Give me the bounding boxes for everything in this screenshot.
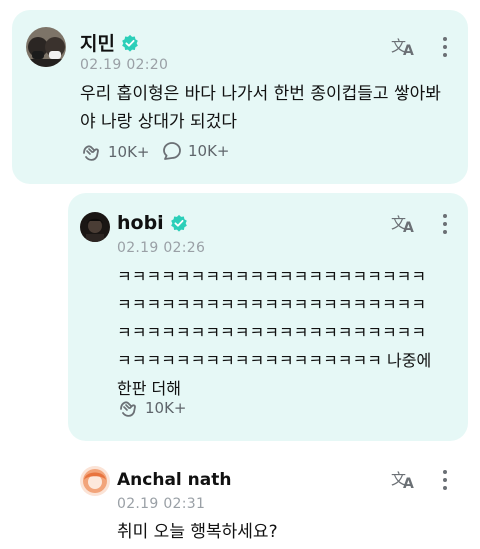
author-name: 지민	[80, 33, 115, 55]
author-name: hobi	[117, 212, 164, 234]
svg-text:A: A	[403, 43, 414, 57]
author-name-jimin[interactable]: 지민	[80, 29, 139, 56]
comment-button[interactable]: 10K+	[162, 141, 230, 161]
post-time: 02.19 02:26	[117, 240, 206, 256]
author-name: Anchal nath	[117, 470, 232, 490]
like-count: 10K+	[145, 399, 187, 417]
svg-text:A: A	[403, 220, 414, 234]
svg-text:A: A	[403, 476, 414, 490]
like-button[interactable]: 10K+	[117, 397, 187, 419]
like-button[interactable]: 10K+	[80, 141, 150, 163]
translate-icon[interactable]: 文 A	[391, 468, 417, 490]
translate-icon[interactable]: 文 A	[391, 212, 417, 234]
comment-bubble-icon	[163, 142, 181, 160]
avatar-hobi[interactable]	[80, 212, 110, 242]
like-hands-icon	[120, 401, 136, 417]
like-count: 10K+	[108, 143, 150, 161]
post-time: 02.19 02:20	[80, 57, 169, 73]
post-body: ㅋㅋㅋㅋㅋㅋㅋㅋㅋㅋㅋㅋㅋㅋㅋㅋㅋㅋㅋㅋㅋㅋㅋㅋㅋㅋㅋㅋㅋㅋㅋㅋㅋㅋㅋㅋㅋㅋㅋㅋ…	[117, 267, 432, 398]
comment-count: 10K+	[188, 142, 230, 160]
post-body: 우리 홉이형은 바다 나가서 한번 종이컵들고 쌓아봐야 나랑 상대가 되겄다	[80, 84, 441, 132]
post-time: 02.19 02:31	[117, 496, 206, 512]
author-name-anchal-nath[interactable]: Anchal nath	[117, 470, 231, 490]
verified-badge-icon	[122, 34, 138, 52]
more-vertical-icon[interactable]	[442, 37, 448, 59]
avatar-jimin[interactable]	[26, 27, 66, 67]
verified-badge-icon	[170, 214, 187, 232]
translate-icon[interactable]: 文 A	[391, 35, 417, 57]
avatar-anchal-nath[interactable]	[80, 466, 110, 496]
author-name-hobi[interactable]: hobi	[117, 212, 188, 234]
post-body: 취미 오늘 행복하세요?	[117, 522, 278, 542]
more-vertical-icon[interactable]	[442, 470, 448, 492]
like-hands-icon	[83, 145, 99, 161]
more-vertical-icon[interactable]	[442, 214, 448, 236]
